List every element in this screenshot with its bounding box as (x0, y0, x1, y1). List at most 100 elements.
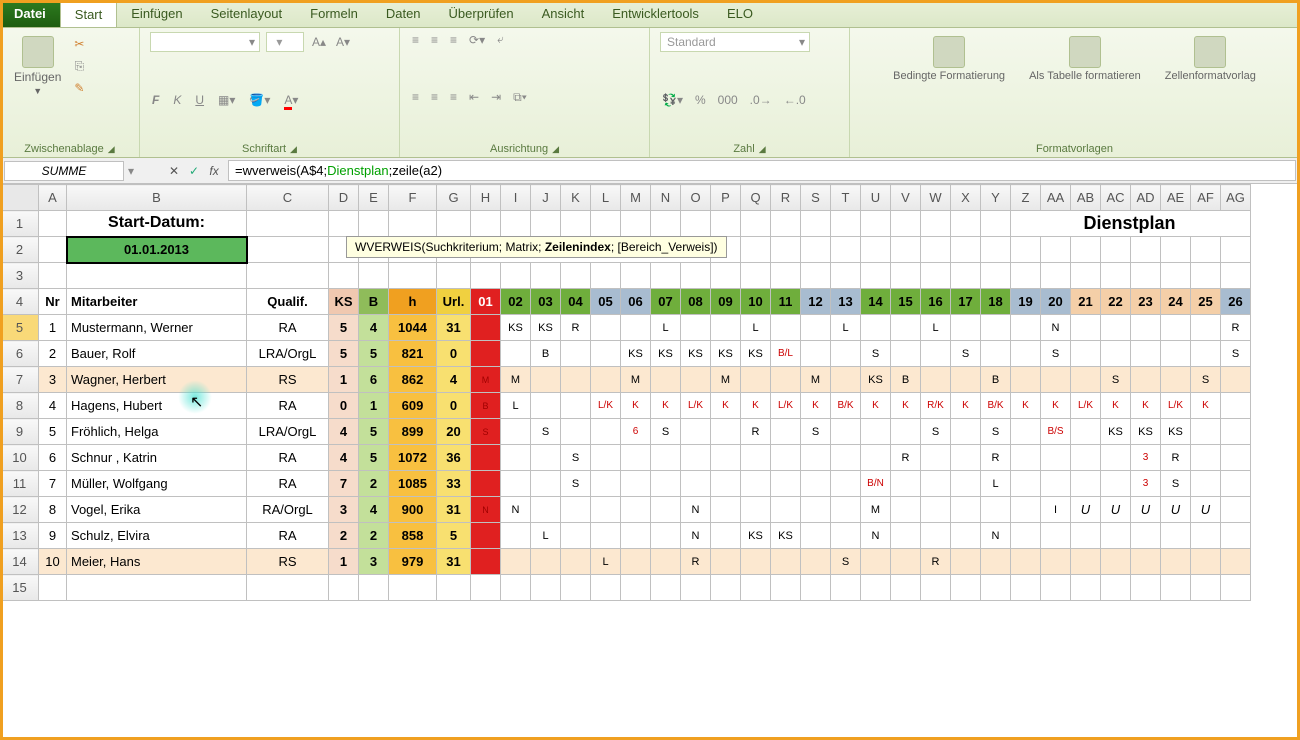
col-header[interactable]: L (591, 185, 621, 211)
cell-sched[interactable] (1071, 341, 1100, 366)
cut-icon[interactable]: ✂ (71, 36, 87, 52)
cell-sched[interactable] (921, 367, 950, 392)
tab-developer[interactable]: Entwicklertools (598, 0, 713, 27)
cell-qualif[interactable]: RA (247, 315, 328, 340)
cell-sched[interactable] (591, 367, 620, 392)
cell-sched[interactable] (681, 367, 710, 392)
cell-sched[interactable]: M (711, 367, 740, 392)
cell-ks[interactable]: 3 (329, 497, 358, 522)
cell-sched[interactable] (1101, 445, 1130, 470)
cell-name[interactable]: Fröhlich, Helga (67, 419, 246, 444)
cell-sched[interactable] (831, 497, 860, 522)
cell-sched[interactable] (741, 497, 770, 522)
align-center-icon[interactable]: ≡ (429, 90, 440, 104)
cell-b[interactable]: 1 (359, 393, 388, 418)
cell-sched[interactable]: B/N (861, 471, 890, 496)
cell-sched[interactable]: K (1041, 393, 1070, 418)
cell-sched[interactable]: R (891, 445, 920, 470)
cell-sched[interactable] (1191, 549, 1220, 574)
cell-sched[interactable] (801, 445, 830, 470)
cell-sched[interactable] (681, 471, 710, 496)
font-color-button[interactable]: A▾ (282, 93, 300, 107)
cell-name[interactable]: Meier, Hans (67, 549, 246, 574)
cell-sched[interactable] (651, 523, 680, 548)
cell-h[interactable]: 979 (389, 549, 436, 574)
col-header[interactable]: A (39, 185, 67, 211)
cell-sched[interactable] (711, 471, 740, 496)
formula-input[interactable]: =wverweis(A$4;Dienstplan;zeile(a2) (228, 160, 1296, 181)
cell-sched[interactable]: M (501, 367, 530, 392)
cell-sched[interactable] (801, 549, 830, 574)
cell-sched[interactable] (591, 419, 620, 444)
cell-sched[interactable] (1221, 471, 1250, 496)
italic-button[interactable]: K (171, 93, 183, 107)
cell-h[interactable]: 1044 (389, 315, 436, 340)
cell-b[interactable]: 5 (359, 445, 388, 470)
cell-sched[interactable]: L (531, 523, 560, 548)
cell-sched[interactable] (501, 341, 530, 366)
cell-name[interactable]: Vogel, Erika (67, 497, 246, 522)
cell-sched[interactable]: U (1191, 497, 1220, 522)
cell-sched[interactable] (531, 549, 560, 574)
cell-b[interactable]: 5 (359, 419, 388, 444)
cell-sched[interactable] (921, 445, 950, 470)
cell-sched[interactable] (1131, 523, 1160, 548)
cell-sched[interactable] (1101, 471, 1130, 496)
cell-sched[interactable] (1161, 367, 1190, 392)
cell-sched[interactable]: B (891, 367, 920, 392)
cell-sched[interactable] (1041, 445, 1070, 470)
cell-sched[interactable] (561, 341, 590, 366)
cell-h[interactable]: 1085 (389, 471, 436, 496)
cell-sched[interactable]: K (891, 393, 920, 418)
col-header[interactable]: P (711, 185, 741, 211)
cell-sched[interactable] (501, 523, 530, 548)
cell-sched[interactable] (1191, 341, 1220, 366)
cell-name[interactable]: Müller, Wolfgang (67, 471, 246, 496)
cell-sched[interactable] (741, 445, 770, 470)
cell-sched[interactable] (591, 497, 620, 522)
cell-sched[interactable]: S (1101, 367, 1130, 392)
cell-b[interactable]: 2 (359, 471, 388, 496)
cell-ks[interactable]: 7 (329, 471, 358, 496)
dec-decimal-icon[interactable]: ←.0 (782, 93, 808, 107)
cell-sched[interactable] (771, 445, 800, 470)
currency-icon[interactable]: 💱▾ (660, 93, 685, 107)
col-header[interactable]: C (247, 185, 329, 211)
cell-sched[interactable] (1191, 419, 1220, 444)
cell-sched[interactable] (951, 445, 980, 470)
cell-sched[interactable]: S (651, 419, 680, 444)
cell-sched[interactable] (831, 523, 860, 548)
cell-name[interactable]: Bauer, Rolf (67, 341, 246, 366)
cell-sched[interactable] (1011, 471, 1040, 496)
col-header[interactable]: AC (1101, 185, 1131, 211)
cell-sched[interactable] (591, 315, 620, 340)
cell-sched[interactable] (1011, 367, 1040, 392)
cell-sched[interactable] (621, 523, 650, 548)
cell-sched[interactable] (1071, 471, 1100, 496)
col-header[interactable]: H (471, 185, 501, 211)
cell-nr[interactable]: 1 (39, 315, 66, 340)
cell-sched[interactable]: KS (711, 341, 740, 366)
col-header[interactable]: AF (1191, 185, 1221, 211)
cell-day1[interactable]: S (471, 419, 500, 444)
cell-nr[interactable]: 3 (39, 367, 66, 392)
cell-sched[interactable]: 6 (621, 419, 650, 444)
cell-sched[interactable] (1221, 393, 1250, 418)
cell-ks[interactable]: 0 (329, 393, 358, 418)
cell-sched[interactable] (741, 549, 770, 574)
cell-sched[interactable] (651, 471, 680, 496)
cell-sched[interactable]: L (591, 549, 620, 574)
cell-sched[interactable] (651, 445, 680, 470)
cell-qualif[interactable]: RS (247, 549, 328, 574)
indent-dec-icon[interactable]: ⇤ (467, 90, 481, 104)
fill-color-button[interactable]: 🪣▾ (247, 93, 272, 107)
cell-sched[interactable]: KS (1161, 419, 1190, 444)
accept-formula-icon[interactable]: ✓ (184, 164, 204, 178)
cell-sched[interactable]: 3 (1131, 445, 1160, 470)
decrease-font-icon[interactable]: A▾ (334, 35, 352, 49)
cell-sched[interactable] (591, 341, 620, 366)
cell-sched[interactable] (801, 315, 830, 340)
cell-ks[interactable]: 4 (329, 419, 358, 444)
cell-sched[interactable] (1041, 523, 1070, 548)
cell-sched[interactable] (591, 445, 620, 470)
